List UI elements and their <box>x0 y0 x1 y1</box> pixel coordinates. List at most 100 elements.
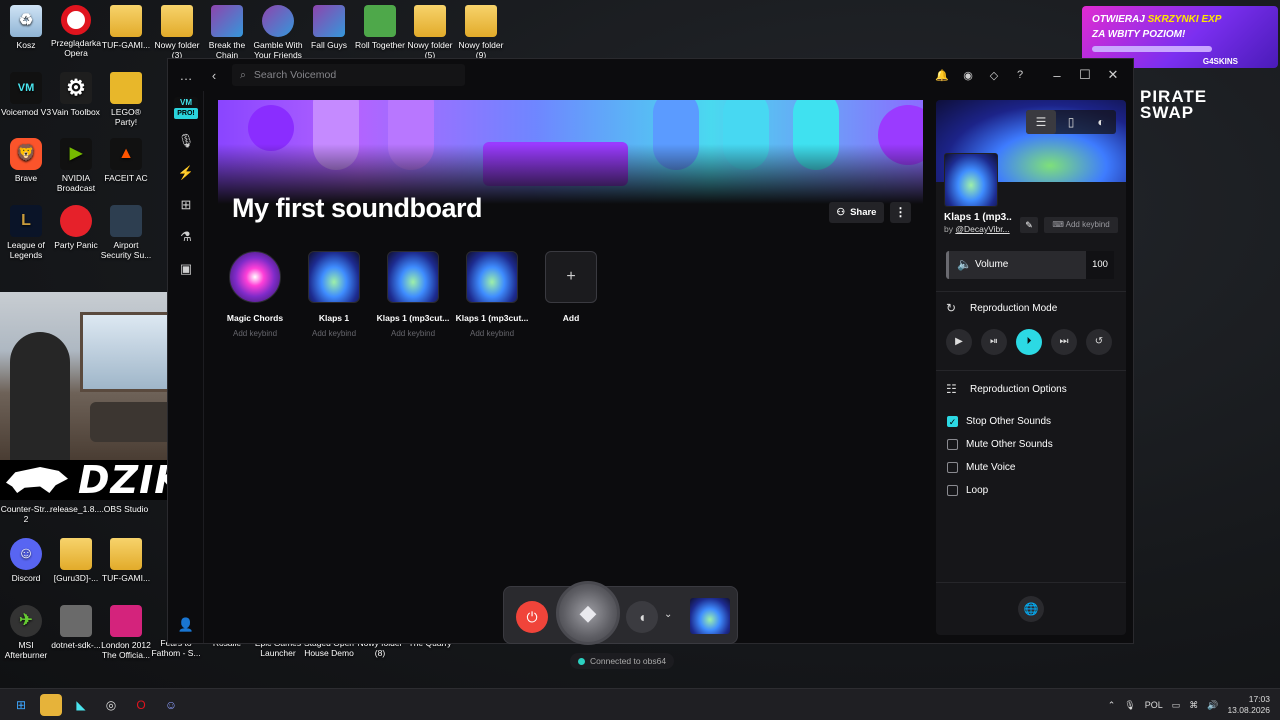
microphone-icon[interactable]: 🎙 <box>1124 700 1135 711</box>
circle-icon[interactable]: ◐ <box>1086 110 1116 134</box>
checkbox[interactable] <box>947 462 958 473</box>
volume-control[interactable]: 🔈 Volume 100 <box>946 251 1114 279</box>
network-icon[interactable]: ⌘ <box>1189 700 1198 711</box>
status-dot <box>578 657 585 665</box>
desktop-icon-voicemod[interactable]: VM Voicemod V3 <box>0 72 52 117</box>
desktop-icon-fall-guys[interactable]: Fall Guys <box>303 5 355 50</box>
desktop-icon-opera[interactable]: Przeglądarka Opera <box>50 5 102 58</box>
desktop-icon-airport[interactable]: Airport Security Su... <box>100 205 152 260</box>
brave-icon: 🦁 <box>10 138 42 170</box>
voice-effect-gem-icon[interactable]: ◆ <box>556 581 620 645</box>
voicemod-icon: VM <box>10 72 42 104</box>
desktop-icon-release[interactable]: release_1.8.... <box>50 504 104 514</box>
book-icon[interactable]: ▯ <box>1056 110 1086 134</box>
discord-icon[interactable]: ◉ <box>957 69 979 82</box>
share-button[interactable]: ⚇ Share <box>829 202 884 223</box>
sound-tile[interactable]: Magic Chords Add keybind <box>227 251 283 338</box>
folder-icon <box>110 538 142 570</box>
desktop-icon-faceit[interactable]: ▲ FACEIT AC <box>100 138 152 183</box>
chevron-down-icon[interactable]: ⌄ <box>664 609 672 620</box>
volume-icon[interactable]: 🔊 <box>1207 700 1218 711</box>
file-explorer-icon[interactable] <box>40 694 62 716</box>
clock[interactable]: 17:03 13.08.2026 <box>1227 694 1270 716</box>
more-options-button[interactable]: ⋮ <box>890 202 911 223</box>
sound-author: by @DecayVibr... <box>944 224 1010 234</box>
game-icon <box>262 5 294 37</box>
desktop-icon-vain-toolbox[interactable]: ⚙ Vain Toolbox <box>50 72 102 117</box>
desktop-icon-dotnet[interactable]: dotnet-sdk-... <box>50 605 102 650</box>
flask-icon[interactable]: ⚗ <box>176 227 196 247</box>
add-sound-tile[interactable]: + Add <box>544 251 598 338</box>
checkbox[interactable] <box>947 439 958 450</box>
bolt-icon[interactable]: ⚡ <box>176 163 196 183</box>
current-sound-thumbnail[interactable] <box>690 598 730 634</box>
desktop-icon-obs[interactable]: OBS Studio <box>100 504 152 514</box>
discord-taskbar-icon[interactable]: ☺ <box>160 694 182 716</box>
checkbox[interactable] <box>947 485 958 496</box>
grid-plus-icon[interactable]: ⊞ <box>176 195 196 215</box>
more-menu-icon[interactable]: … <box>172 68 200 83</box>
desktop-icon-nvidia-broadcast[interactable]: ▶ NVIDIA Broadcast <box>50 138 102 193</box>
hear-myself-icon[interactable]: ◖ <box>626 601 658 633</box>
desktop-icon-break-the-chain[interactable]: Break the Chain <box>201 5 253 60</box>
close-icon[interactable]: ✕ <box>1101 67 1125 83</box>
desktop-icon-party-panic[interactable]: Party Panic <box>50 205 102 250</box>
add-keybind-button[interactable]: ⌨ Add keybind <box>1044 217 1118 233</box>
desktop-icon-discord[interactable]: ☺ Discord <box>0 538 52 583</box>
desktop-icon-folder-9[interactable]: Nowy folder (9) <box>455 5 507 60</box>
language-indicator[interactable]: POL <box>1145 700 1163 710</box>
microphone-icon[interactable]: 🎙 <box>176 131 196 151</box>
desktop-icon-london-2012[interactable]: London 2012 The Officia... <box>100 605 152 660</box>
tag-icon[interactable]: ◇ <box>983 69 1005 82</box>
gift-icon[interactable]: ▣ <box>176 259 196 279</box>
desktop-icon-lol[interactable]: L League of Legends <box>0 205 52 260</box>
desktop-icon-tuf-2[interactable]: TUF-GAMI... <box>100 538 152 583</box>
obs-taskbar-icon[interactable]: ◎ <box>100 694 122 716</box>
opera-taskbar-icon[interactable]: O <box>130 694 152 716</box>
voicemod-logo[interactable]: VM PRO! <box>174 97 198 119</box>
checkbox-checked[interactable]: ✓ <box>947 416 958 427</box>
maximize-icon[interactable]: ☐ <box>1073 67 1097 83</box>
loop-icon[interactable]: ↺ <box>1086 329 1112 355</box>
desktop-icon-lego-party[interactable]: LEGO® Party! <box>100 72 152 127</box>
option-loop[interactable]: Loop <box>947 479 1053 502</box>
game-icon <box>110 72 142 104</box>
sound-tile[interactable]: Klaps 1 (mp3cut... Add keybind <box>456 251 528 338</box>
desktop-icon-recycle-bin[interactable]: ♻ Kosz <box>0 5 52 50</box>
option-mute-other-sounds[interactable]: Mute Other Sounds <box>947 433 1053 456</box>
desktop-icon-gamble[interactable]: Gamble With Your Friends <box>252 5 304 60</box>
desktop-icon-brave[interactable]: 🦁 Brave <box>0 138 52 183</box>
monitor-icon[interactable]: ▭ <box>1172 700 1181 711</box>
help-icon[interactable]: ? <box>1009 69 1031 81</box>
desktop-icon-tuf[interactable]: TUF-GAMI... <box>100 5 152 50</box>
play-stop-icon[interactable]: ⏵ <box>1016 329 1042 355</box>
pencil-icon[interactable]: ✎ <box>1020 217 1038 233</box>
bell-icon[interactable]: 🔔 <box>931 69 953 82</box>
play-restart-icon[interactable]: ⏭ <box>1051 329 1077 355</box>
desktop-icon-folder-3[interactable]: Nowy folder (3) <box>151 5 203 60</box>
windows-start-icon[interactable]: ⊞ <box>10 694 32 716</box>
desktop-icon-roll-together[interactable]: Roll Together <box>354 5 406 50</box>
sliders-icon[interactable]: ☰ <box>1026 110 1056 134</box>
volume-value[interactable]: 100 <box>1086 251 1114 279</box>
play-pause-icon[interactable]: ⏯ <box>981 329 1007 355</box>
desktop-icon-folder-5[interactable]: Nowy folder (5) <box>404 5 456 60</box>
globe-icon[interactable]: 🌐 <box>1018 596 1044 622</box>
back-icon[interactable]: ‹ <box>200 68 228 83</box>
search-input[interactable] <box>253 69 444 81</box>
user-icon[interactable]: 👤 <box>176 615 196 635</box>
desktop-icon-guru3d[interactable]: [Guru3D]-... <box>50 538 102 583</box>
desktop-icon-msi[interactable]: ✈ MSI Afterburner <box>0 605 52 660</box>
option-mute-voice[interactable]: Mute Voice <box>947 456 1053 479</box>
option-stop-other-sounds[interactable]: ✓ Stop Other Sounds <box>947 410 1053 433</box>
sound-tile[interactable]: Klaps 1 Add keybind <box>307 251 361 338</box>
sound-tile[interactable]: Klaps 1 (mp3cut... Add keybind <box>377 251 449 338</box>
voicemod-taskbar-icon[interactable]: ◣ <box>70 694 92 716</box>
play-once-icon[interactable]: ▶ <box>946 329 972 355</box>
chevron-up-icon[interactable]: ⌃ <box>1108 700 1116 711</box>
power-icon[interactable]: ⏻ <box>516 601 548 633</box>
desktop-icon-cs2[interactable]: Counter-Str... 2 <box>0 504 52 524</box>
sound-thumbnail <box>308 251 360 303</box>
search-box[interactable]: ⌕ <box>232 64 465 86</box>
minimize-icon[interactable]: – <box>1045 68 1069 83</box>
